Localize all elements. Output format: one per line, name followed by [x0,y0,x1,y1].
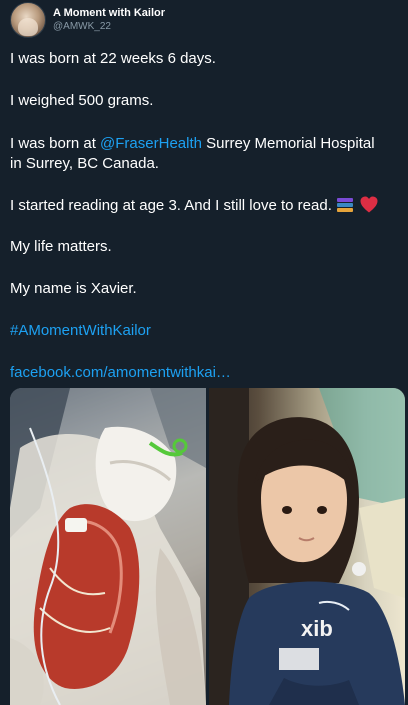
tweet-text-line-3-suffix: Surrey Memorial Hospital [201,135,375,152]
baby-incubator-photo[interactable] [10,388,206,705]
tweet-text-line-2: I weighed 500 grams. [10,92,154,109]
tweet-text-line-7: My name is Xavier. [10,280,137,297]
tweet-text-line-6: My life matters. [10,238,112,255]
books-icon [336,197,354,213]
tweet-text-line-1: I was born at 22 weeks 6 days. [10,50,216,67]
author-display-name[interactable]: A Moment with Kailor [53,7,165,20]
child-portrait-photo[interactable]: xib [209,388,405,705]
tweet-text-line-4: in Surrey, BC Canada. [10,155,159,172]
baby-photo-illustration [10,388,206,705]
avatar[interactable] [10,2,46,38]
author-names: A Moment with Kailor @AMWK_22 [53,7,165,33]
tweet-text-line-5-text: I started reading at age 3. And I still … [10,197,332,214]
hashtag-link[interactable]: #AMomentWithKailor [10,322,406,340]
shirt-print: xib [301,616,333,641]
tweet-card[interactable]: A Moment with Kailor @AMWK_22 I was born… [0,0,408,705]
author-handle[interactable]: @AMWK_22 [53,20,165,33]
external-link[interactable]: facebook.com/amomentwithkai… [10,364,406,382]
mention-link[interactable]: @FraserHealth [100,135,202,152]
red-heart-icon [360,196,378,213]
tweet-text-line-3: I was born at @FraserHealth Surrey Memor… [10,135,406,153]
tweet-text-line-3-prefix: I was born at [10,135,101,152]
child-photo-illustration: xib [209,388,405,705]
smiley-badge-icon [352,562,366,576]
media-grid[interactable]: xib [10,388,405,705]
tweet-text-line-5: I started reading at age 3. And I still … [10,196,406,215]
tweet-header: A Moment with Kailor @AMWK_22 [10,2,165,38]
